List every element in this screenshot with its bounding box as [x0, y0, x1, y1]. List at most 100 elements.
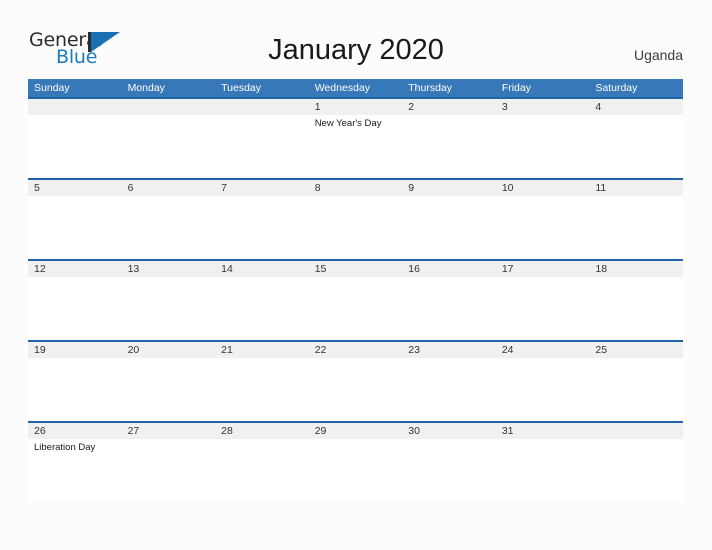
weekday-header-monday: Monday [121, 79, 216, 98]
calendar-day-cell[interactable]: 10 [495, 178, 590, 260]
calendar-day-cell[interactable]: 25 [589, 340, 683, 422]
day-number: 29 [308, 423, 403, 439]
day-number: 16 [402, 261, 496, 277]
day-cell-inner: 14 [215, 261, 309, 340]
calendar-day-cell[interactable]: 11 [589, 178, 683, 260]
day-event-label: Liberation Day [34, 442, 96, 453]
day-number [121, 99, 216, 115]
weekday-header-tuesday: Tuesday [215, 79, 309, 98]
country-label: Uganda [633, 47, 683, 63]
calendar-day-cell[interactable]: 29 [308, 421, 403, 502]
day-number: 2 [402, 99, 496, 115]
calendar-day-cell[interactable]: 23 [402, 340, 496, 422]
calendar-day-cell[interactable]: 28 [215, 421, 309, 502]
day-number: 13 [121, 261, 216, 277]
day-cell-inner: 19 [28, 342, 122, 421]
day-cell-inner: 29 [308, 423, 403, 502]
day-cell-inner [28, 99, 122, 178]
calendar-page: General Blue January 2020 Uganda Sunday … [0, 0, 712, 550]
calendar-weeks: 1 New Year's Day 2 3 4 5 6 7 8 9 10 11 12 13 14 15 16 17 1… [28, 97, 683, 502]
day-cell-inner: 2 [402, 99, 496, 178]
calendar-day-cell[interactable]: 4 [589, 97, 683, 179]
calendar-day-cell[interactable]: 8 [308, 178, 403, 260]
calendar-day-cell[interactable]: 19 [28, 340, 122, 422]
calendar-day-cell[interactable]: 18 [589, 259, 683, 341]
day-cell-inner: 10 [495, 180, 590, 259]
day-number: 19 [28, 342, 122, 358]
day-number: 10 [495, 180, 590, 196]
calendar-day-cell[interactable]: 14 [215, 259, 309, 341]
day-cell-inner: 8 [308, 180, 403, 259]
weekday-header-friday: Friday [495, 79, 590, 98]
day-number [28, 99, 122, 115]
day-cell-inner: 5 [28, 180, 122, 259]
day-number: 28 [215, 423, 309, 439]
day-cell-inner: 18 [589, 261, 683, 340]
day-number: 11 [589, 180, 683, 196]
day-number [215, 99, 309, 115]
calendar-day-cell[interactable]: 20 [121, 340, 216, 422]
calendar-day-cell[interactable]: 21 [215, 340, 309, 422]
day-cell-inner: 12 [28, 261, 122, 340]
calendar-day-cell[interactable]: 30 [402, 421, 496, 502]
calendar-day-cell[interactable]: 7 [215, 178, 309, 260]
day-cell-inner: 27 [121, 423, 216, 502]
weekday-header-saturday: Saturday [589, 79, 683, 98]
calendar-week-row: 12 13 14 15 16 17 18 [28, 259, 683, 341]
day-number: 27 [121, 423, 216, 439]
day-number: 26 [28, 423, 122, 439]
calendar-day-cell[interactable]: 26 Liberation Day [28, 421, 122, 502]
day-cell-inner: 17 [495, 261, 590, 340]
day-number: 3 [495, 99, 590, 115]
day-cell-inner: 11 [589, 180, 683, 259]
calendar-empty-cell [589, 421, 683, 502]
calendar-day-cell[interactable]: 27 [121, 421, 216, 502]
day-number: 12 [28, 261, 122, 277]
calendar-day-cell[interactable]: 1 New Year's Day [308, 97, 403, 179]
calendar-day-cell[interactable]: 2 [402, 97, 496, 179]
day-number: 14 [215, 261, 309, 277]
calendar-empty-cell [28, 97, 122, 179]
day-number: 22 [308, 342, 403, 358]
calendar-week-row: 1 New Year's Day 2 3 4 [28, 97, 683, 179]
day-number: 20 [121, 342, 216, 358]
day-cell-inner: 21 [215, 342, 309, 421]
calendar-week-row: 19 20 21 22 23 24 25 [28, 340, 683, 422]
calendar-empty-cell [215, 97, 309, 179]
calendar-day-cell[interactable]: 12 [28, 259, 122, 341]
day-cell-inner: 23 [402, 342, 496, 421]
day-number: 25 [589, 342, 683, 358]
calendar-day-cell[interactable]: 31 [495, 421, 590, 502]
day-cell-inner: 1 New Year's Day [308, 99, 403, 178]
day-number: 31 [495, 423, 590, 439]
day-cell-inner: 7 [215, 180, 309, 259]
calendar-day-cell[interactable]: 16 [402, 259, 496, 341]
calendar-day-cell[interactable]: 6 [121, 178, 216, 260]
calendar-day-cell[interactable]: 22 [308, 340, 403, 422]
day-number: 9 [402, 180, 496, 196]
page-title: January 2020 [268, 34, 444, 66]
calendar-day-cell[interactable]: 9 [402, 178, 496, 260]
day-cell-inner [589, 423, 683, 502]
calendar-day-cell[interactable]: 13 [121, 259, 216, 341]
day-cell-inner: 6 [121, 180, 216, 259]
day-number: 24 [495, 342, 590, 358]
day-number: 7 [215, 180, 309, 196]
day-number: 15 [308, 261, 403, 277]
weekday-header-sunday: Sunday [28, 79, 122, 98]
calendar-day-cell[interactable]: 5 [28, 178, 122, 260]
weekday-header-row: Sunday Monday Tuesday Wednesday Thursday… [28, 79, 683, 98]
calendar-day-cell[interactable]: 24 [495, 340, 590, 422]
day-cell-inner: 4 [589, 99, 683, 178]
calendar-day-cell[interactable]: 3 [495, 97, 590, 179]
day-number: 1 [308, 99, 403, 115]
day-cell-inner [121, 99, 216, 178]
calendar-day-cell[interactable]: 17 [495, 259, 590, 341]
day-cell-inner: 24 [495, 342, 590, 421]
calendar-week-row: 5 6 7 8 9 10 11 [28, 178, 683, 260]
day-number: 18 [589, 261, 683, 277]
page-header: General Blue January 2020 Uganda [0, 0, 712, 78]
day-cell-inner: 25 [589, 342, 683, 421]
calendar-day-cell[interactable]: 15 [308, 259, 403, 341]
day-cell-inner: 26 Liberation Day [28, 423, 122, 502]
